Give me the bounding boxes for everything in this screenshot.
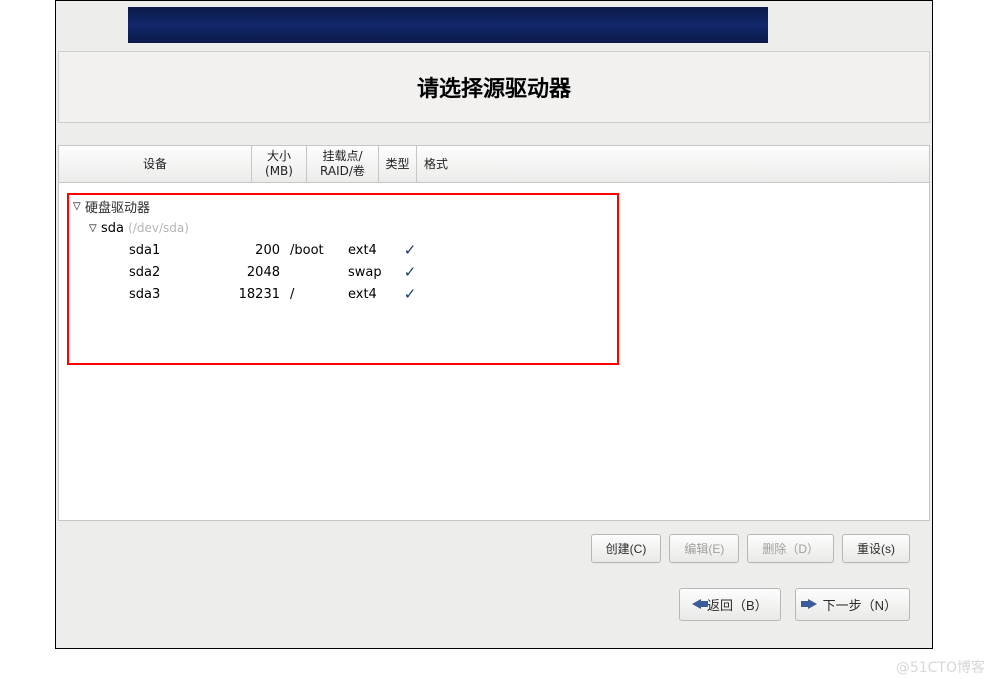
partition-type: ext4 <box>348 287 398 302</box>
table-row[interactable]: sda2 2048 swap ✓ <box>73 261 915 283</box>
nav-buttons: 返回（B） 下一步（N） <box>58 584 930 624</box>
table-row[interactable]: sda1 200 /boot ext4 ✓ <box>73 239 915 261</box>
partition-size: 200 <box>228 243 286 258</box>
drive-name: sda <box>101 221 124 236</box>
arrow-left-icon <box>692 599 701 609</box>
back-label: 返回（B） <box>707 595 768 614</box>
arrow-right-icon <box>808 599 817 609</box>
back-button[interactable]: 返回（B） <box>679 588 781 621</box>
page-title: 请选择源驱动器 <box>417 71 571 103</box>
partition-name: sda2 <box>73 265 228 280</box>
watermark: @51CTO博客 <box>896 657 985 677</box>
partition-name: sda1 <box>73 243 228 258</box>
tree-root-label: 硬盘驱动器 <box>85 197 150 216</box>
col-size[interactable]: 大小 (MB) <box>252 146 307 182</box>
next-button[interactable]: 下一步（N） <box>795 588 910 621</box>
col-mount[interactable]: 挂载点/ RAID/卷 <box>307 146 379 182</box>
table-row[interactable]: sda3 18231 / ext4 ✓ <box>73 283 915 305</box>
partition-type: ext4 <box>348 243 398 258</box>
edit-button: 编辑(E) <box>669 534 739 563</box>
checkmark-icon: ✓ <box>398 285 422 303</box>
col-device[interactable]: 设备 <box>59 146 252 182</box>
table-header: 设备 大小 (MB) 挂载点/ RAID/卷 类型 格式 <box>58 145 930 183</box>
triangle-down-icon[interactable]: ▽ <box>89 223 101 234</box>
reset-button[interactable]: 重设(s) <box>842 534 910 563</box>
checkmark-icon: ✓ <box>398 263 422 281</box>
next-label: 下一步（N） <box>823 595 897 614</box>
header-banner <box>128 7 768 43</box>
delete-button: 删除（D） <box>747 534 834 563</box>
tree-drive-row[interactable]: ▽ sda (/dev/sda) <box>89 217 915 239</box>
col-fmt[interactable]: 格式 <box>417 146 455 182</box>
drive-path: (/dev/sda) <box>128 221 189 235</box>
col-type[interactable]: 类型 <box>379 146 417 182</box>
partition-size: 18231 <box>228 287 286 302</box>
create-button[interactable]: 创建(C) <box>591 534 662 563</box>
action-buttons: 创建(C) 编辑(E) 删除（D） 重设(s) <box>58 528 930 568</box>
partition-size: 2048 <box>228 265 286 280</box>
partition-name: sda3 <box>73 287 228 302</box>
checkmark-icon: ✓ <box>398 241 422 259</box>
tree-root-row[interactable]: ▽ 硬盘驱动器 <box>73 195 915 217</box>
partition-mount: / <box>286 287 348 302</box>
triangle-down-icon[interactable]: ▽ <box>73 201 85 212</box>
title-panel: 请选择源驱动器 <box>58 51 930 123</box>
installer-window: 请选择源驱动器 设备 大小 (MB) 挂载点/ RAID/卷 类型 格式 ▽ 硬… <box>55 0 933 649</box>
partition-type: swap <box>348 265 398 280</box>
partition-mount: /boot <box>286 243 348 258</box>
partition-tree[interactable]: ▽ 硬盘驱动器 ▽ sda (/dev/sda) sda1 200 /boot … <box>58 183 930 521</box>
